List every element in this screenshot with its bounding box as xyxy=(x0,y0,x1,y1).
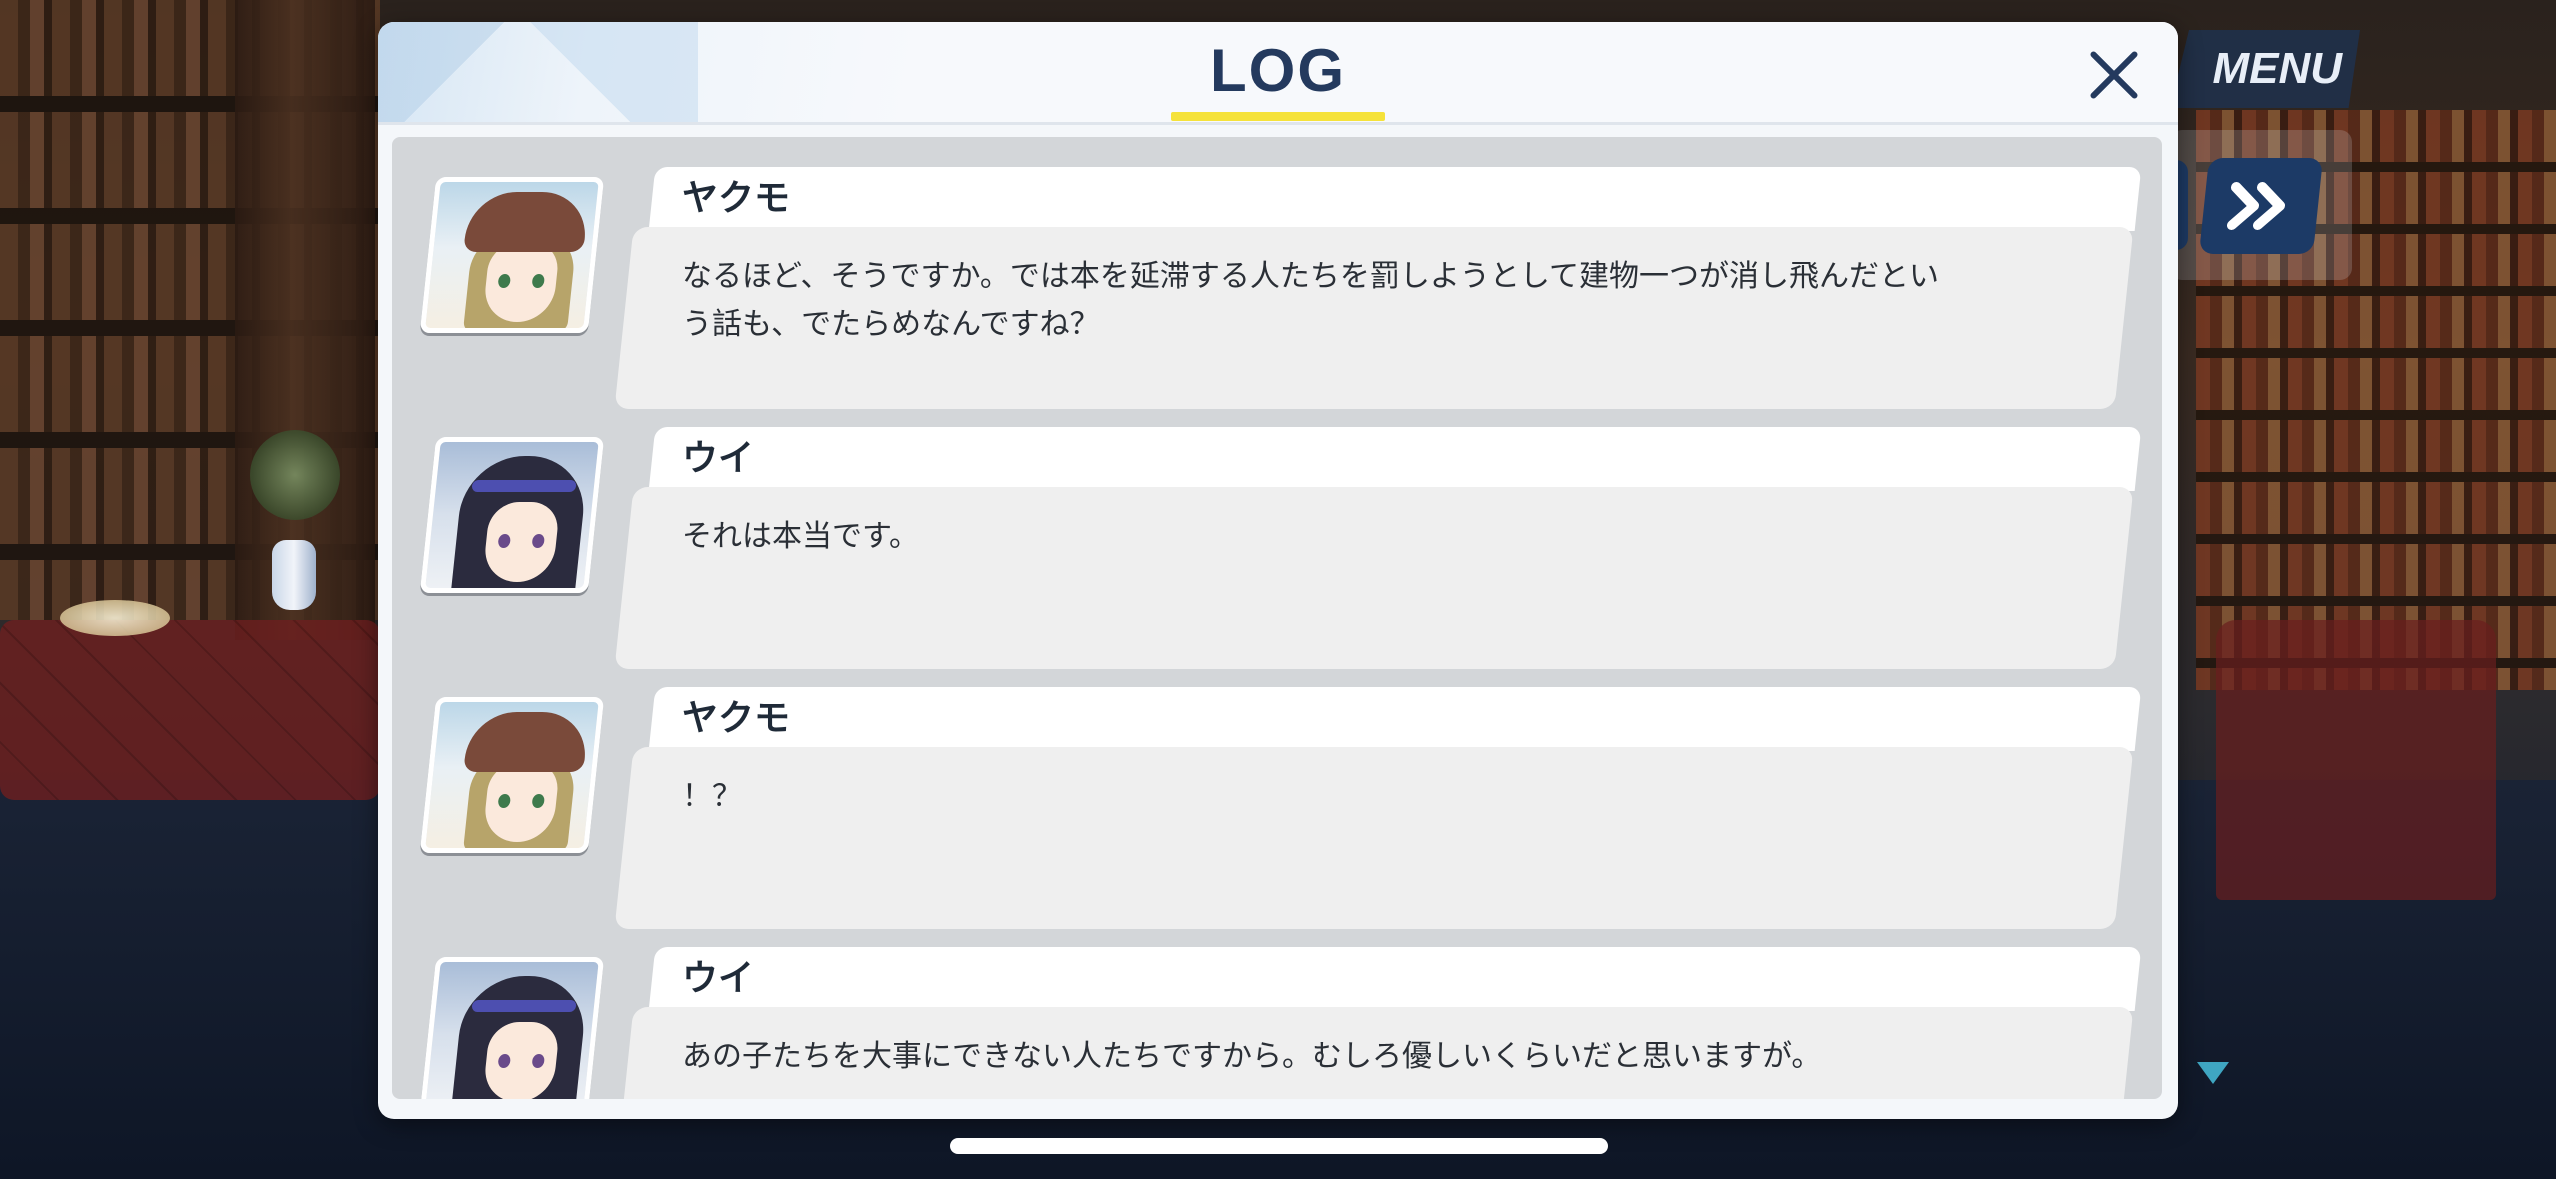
chair xyxy=(2216,620,2496,900)
vase xyxy=(272,540,316,610)
speaker-name: ヤクモ xyxy=(682,178,791,219)
log-entry: ウイ それは本当です。 xyxy=(392,415,2162,669)
log-title: LOG xyxy=(1210,37,1346,104)
title-underline xyxy=(1171,112,1385,121)
yakumo-portrait xyxy=(419,177,605,333)
lamp xyxy=(60,600,170,636)
log-list[interactable]: ヤクモ なるほど、そうですか。では本を延滞する人たちを罰しようとして建物一つが消… xyxy=(392,137,2162,1099)
chevron-down-icon xyxy=(2197,1062,2229,1084)
speaker-tab xyxy=(648,687,2142,751)
menu-button[interactable]: MENU xyxy=(2170,30,2360,108)
ui-portrait xyxy=(419,957,605,1099)
fast-forward-icon xyxy=(2226,182,2286,230)
yakumo-portrait xyxy=(419,697,605,853)
log-entry: ヤクモ ！？ xyxy=(392,675,2162,929)
message-line: それは本当です。 xyxy=(682,519,919,554)
message-text: それは本当です。 xyxy=(682,513,1982,561)
message-line: あの子たちを大事にできない人たちですから。むしろ優しいくらいだと思いますが。 xyxy=(682,1039,1822,1074)
log-header: LOG xyxy=(378,22,2178,122)
ui-portrait xyxy=(419,437,605,593)
log-entry: ヤクモ なるほど、そうですか。では本を延滞する人たちを罰しようとして建物一つが消… xyxy=(392,155,2162,409)
plant xyxy=(250,430,340,520)
header-divider xyxy=(378,122,2178,125)
speaker-name: ヤクモ xyxy=(682,698,791,739)
message-text: あの子たちを大事にできない人たちですから。むしろ優しいくらいだと思いますが。 xyxy=(682,1033,1982,1081)
speaker-tab xyxy=(648,167,2142,231)
skip-button[interactable] xyxy=(2198,158,2324,254)
message-line: ！？ xyxy=(682,779,742,814)
log-window: LOG ヤクモ なるほど、そうですか。では本を延滞する人たちを罰しようとして建物… xyxy=(378,22,2178,1119)
sofa xyxy=(0,620,380,800)
speaker-tab xyxy=(648,947,2142,1011)
close-icon[interactable] xyxy=(2078,40,2150,112)
message-line: う話も、でたらめなんですね？ xyxy=(682,307,1100,342)
message-text: ！？ xyxy=(682,773,1982,821)
speaker-name: ウイ xyxy=(682,438,755,479)
home-indicator[interactable] xyxy=(950,1138,1608,1154)
speaker-tab xyxy=(648,427,2142,491)
log-entry: ウイ あの子たちを大事にできない人たちですから。むしろ優しいくらいだと思いますが… xyxy=(392,935,2162,1099)
message-text: なるほど、そうですか。では本を延滞する人たちを罰しようとして建物一つが消し飛んだ… xyxy=(682,253,1982,349)
message-line: なるほど、そうですか。では本を延滞する人たちを罰しようとして建物一つが消し飛んだ… xyxy=(682,259,1939,294)
speaker-name: ウイ xyxy=(682,958,755,999)
